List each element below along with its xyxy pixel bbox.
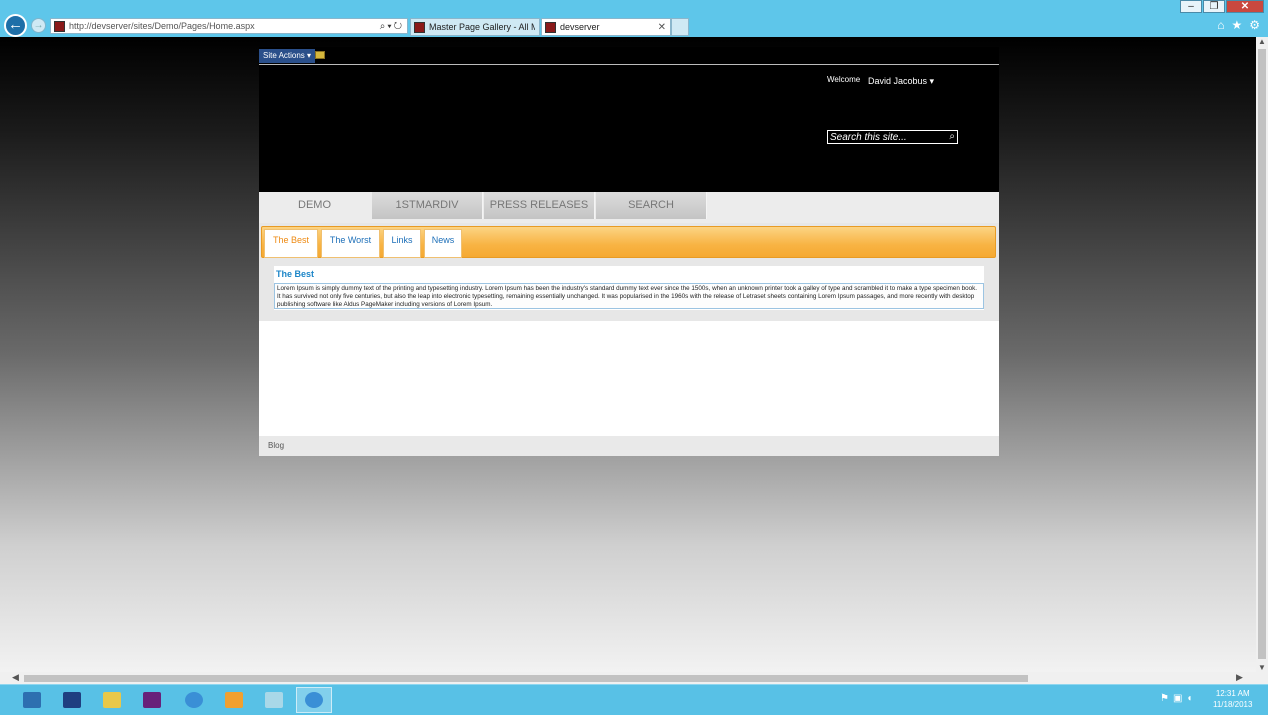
vertical-scrollbar[interactable]: ▲ ▼ xyxy=(1256,37,1268,672)
content-panel: The Best Lorem Ipsum is simply dummy tex… xyxy=(274,266,984,310)
restore-button[interactable]: ❐ xyxy=(1203,0,1225,13)
nav-item-press-releases[interactable]: PRESS RELEASES xyxy=(484,192,595,219)
gear-icon[interactable]: ⚙ xyxy=(1249,18,1260,32)
home-icon[interactable]: ⌂ xyxy=(1217,18,1224,32)
scroll-up-icon[interactable]: ▲ xyxy=(1258,37,1266,46)
tab-news[interactable]: News xyxy=(424,229,462,258)
close-button[interactable]: ✕ xyxy=(1226,0,1264,13)
tab-favicon-icon xyxy=(545,21,556,33)
taskbar: ⚑▣◖ 12:31 AM 11/18/2013 xyxy=(0,684,1268,715)
tab-the-best[interactable]: The Best xyxy=(264,229,318,258)
tab-label: devserver xyxy=(560,22,600,32)
search-icon[interactable]: ⌕ xyxy=(949,131,955,143)
file-explorer-icon[interactable] xyxy=(94,687,130,713)
clock-date: 11/18/2013 xyxy=(1213,700,1253,709)
window-controls: – ❐ ✕ xyxy=(1179,0,1264,13)
internet-explorer-icon[interactable] xyxy=(176,687,212,713)
minimize-button[interactable]: – xyxy=(1180,0,1202,13)
site-actions-menu[interactable]: Site Actions ▾ xyxy=(259,49,316,63)
sub-tab-bar: The Best The Worst Links News xyxy=(261,226,996,258)
panel-title: The Best xyxy=(276,269,315,279)
powershell-icon[interactable] xyxy=(54,687,90,713)
sharepoint-page: Site Actions ▾ Welcome David Jacobus ▾ ⌕… xyxy=(259,47,999,456)
horizontal-scrollbar[interactable]: ◀ ▶ xyxy=(0,672,1268,684)
browser-tab-devserver[interactable]: devserver ✕ xyxy=(541,18,671,36)
tab-links[interactable]: Links xyxy=(383,229,421,258)
new-tab-button[interactable] xyxy=(671,18,689,36)
forward-button[interactable]: → xyxy=(31,18,46,33)
internet-explorer-active-icon[interactable] xyxy=(296,687,332,713)
vertical-scroll-thumb[interactable] xyxy=(1258,49,1266,659)
nav-item-demo[interactable]: DEMO xyxy=(259,192,370,219)
back-button[interactable]: ← xyxy=(4,14,27,37)
favorites-star-icon[interactable]: ★ xyxy=(1231,18,1242,32)
address-bar[interactable]: http://devserver/sites/Demo/Pages/Home.a… xyxy=(50,18,408,34)
close-tab-icon[interactable]: ✕ xyxy=(658,22,666,33)
scroll-down-icon[interactable]: ▼ xyxy=(1258,663,1266,672)
server-manager-icon[interactable] xyxy=(14,687,50,713)
welcome-label: Welcome xyxy=(827,75,861,84)
address-tools-icon[interactable]: ⌕▾↻ xyxy=(380,21,407,32)
browser-toolbar-icons: ⌂ ★ ⚙ xyxy=(1217,18,1260,32)
clock[interactable]: 12:31 AM 11/18/2013 xyxy=(1213,688,1252,710)
tools-app-icon[interactable] xyxy=(216,687,252,713)
folder-icon[interactable] xyxy=(315,51,325,59)
ribbon-bar: Site Actions ▾ xyxy=(259,47,999,65)
scroll-left-icon[interactable]: ◀ xyxy=(12,672,19,683)
site-search-box: ⌕ xyxy=(827,130,958,144)
nav-item-1stmardiv[interactable]: 1STMARDIV xyxy=(372,192,483,219)
page-viewport: Site Actions ▾ Welcome David Jacobus ▾ ⌕… xyxy=(0,37,1256,672)
site-favicon-icon xyxy=(54,20,65,32)
search-input[interactable] xyxy=(828,131,940,144)
horizontal-scroll-thumb[interactable] xyxy=(24,675,1028,682)
visual-studio-icon[interactable] xyxy=(134,687,170,713)
footer: Blog xyxy=(259,436,999,456)
system-tray-icons[interactable]: ⚑▣◖ xyxy=(1160,693,1196,704)
page-body-empty xyxy=(259,321,999,436)
user-menu[interactable]: David Jacobus ▾ xyxy=(868,76,934,87)
tab-favicon-icon xyxy=(414,21,425,33)
browser-tab-master-page-gallery[interactable]: Master Page Gallery - All Mast... xyxy=(410,18,540,36)
clock-time: 12:31 AM xyxy=(1215,689,1250,698)
address-text[interactable]: http://devserver/sites/Demo/Pages/Home.a… xyxy=(69,21,380,31)
footer-link-blog[interactable]: Blog xyxy=(268,441,284,450)
nav-item-search[interactable]: SEARCH xyxy=(596,192,707,219)
tab-label: Master Page Gallery - All Mast... xyxy=(429,22,535,32)
top-navigation: DEMO 1STMARDIV PRESS RELEASES SEARCH xyxy=(259,192,999,223)
notebook-app-icon[interactable] xyxy=(256,687,292,713)
browser-chrome: – ❐ ✕ ← → http://devserver/sites/Demo/Pa… xyxy=(0,0,1268,37)
scroll-right-icon[interactable]: ▶ xyxy=(1236,672,1243,683)
panel-body-text: Lorem Ipsum is simply dummy text of the … xyxy=(274,283,984,309)
tab-the-worst[interactable]: The Worst xyxy=(321,229,380,258)
